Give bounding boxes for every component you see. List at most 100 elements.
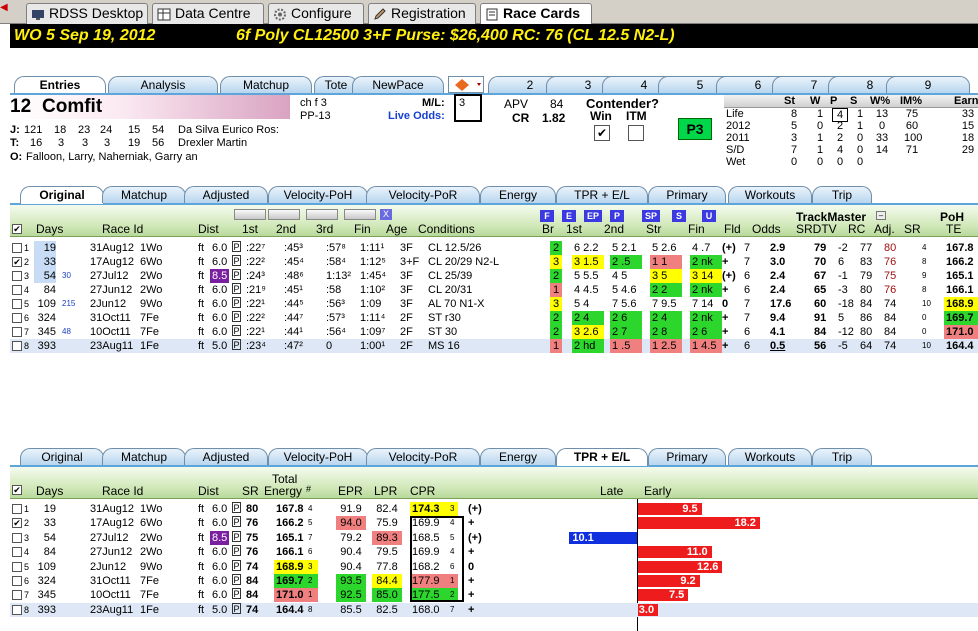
row-checkbox[interactable]: ✔	[12, 257, 22, 267]
field-size: 6	[744, 326, 751, 338]
tm-dtv: -2	[838, 242, 848, 254]
table-row[interactable]: 4 84 27Jun12 2Wo ft 6.0 P 76 166.1 6 90.4 79.5 169.9…	[10, 545, 978, 559]
tm-adj: 74	[884, 298, 897, 310]
pp-tab-energy[interactable]: Energy	[480, 186, 556, 203]
itm-checkbox[interactable]	[628, 125, 644, 141]
horse-sex-color: ch f 3	[300, 97, 327, 109]
row-checkbox[interactable]	[12, 327, 22, 337]
pace-filter-p[interactable]: P	[610, 210, 624, 222]
pace-filter-e[interactable]: E	[562, 210, 576, 222]
pp-tab-adjusted[interactable]: Adjusted	[184, 186, 268, 203]
pp-tab-matchup[interactable]: Matchup	[102, 186, 186, 203]
pp-tab-velocity-por[interactable]: Velocity-PoR	[366, 186, 480, 203]
pace-filter-ep[interactable]: EP	[584, 210, 602, 222]
table-row[interactable]: 5 109 2Jun12 9Wo ft 6.0 P 74 168.9 3 90.4 77.8 168.2…	[10, 559, 978, 574]
row-checkbox[interactable]	[12, 313, 22, 323]
pace-filter-sp[interactable]: SP	[642, 210, 660, 222]
tab-newpace[interactable]: NewPace	[352, 76, 444, 93]
row-checkbox[interactable]	[12, 604, 22, 615]
tab-post-9[interactable]: 9	[886, 76, 970, 93]
tpr-tab-tpr-e-l[interactable]: TPR + E/L	[556, 448, 648, 466]
p3-badge[interactable]: P3	[678, 118, 712, 140]
cr-value: 1.82	[542, 111, 566, 125]
row-checkbox[interactable]	[12, 285, 22, 295]
collapse-button[interactable]: –	[876, 211, 886, 220]
pp-header-odds: Odds	[752, 222, 781, 236]
column-filter-button[interactable]	[234, 209, 266, 220]
column-filter-button[interactable]	[344, 209, 376, 220]
tpr-tab-velocity-poh[interactable]: Velocity-PoH	[268, 448, 368, 465]
table-row[interactable]: 4 84 27Jun12 2Wo ft 6.0 P:21⁹:45¹:58 1:10² 3F CL …	[10, 283, 978, 297]
pace-filter-s[interactable]: S	[672, 210, 686, 222]
call-position-str: 2 4	[650, 311, 682, 325]
back-arrow-icon[interactable]: ◀	[0, 2, 8, 13]
call-position-sfin: 2 nk	[690, 283, 722, 297]
column-filter-button[interactable]	[306, 209, 338, 220]
clear-x-button[interactable]: X	[380, 209, 392, 220]
table-row[interactable]: 5 109 215 2Jun12 9Wo ft 6.0 P:22¹:44⁵:56³ 1:09 3F…	[10, 297, 978, 311]
distance: 6.0	[212, 560, 228, 573]
tab-configure[interactable]: Configure	[268, 3, 364, 24]
pp-tab-tpr-e-l[interactable]: TPR + E/L	[556, 186, 648, 203]
table-row[interactable]: 8 393 23Aug11 1Fe ft 5.0 P 74 164.4 8 85.5 82.5 168.…	[10, 602, 978, 617]
tm-speed: 91	[814, 312, 827, 324]
row-checkbox[interactable]	[12, 504, 22, 514]
field-size: 7	[744, 312, 751, 324]
tpr-tab-original[interactable]: Original	[20, 448, 104, 465]
row-checkbox[interactable]	[12, 590, 22, 601]
table-row[interactable]: 7 345 10Oct11 7Fe ft 6.0 P 84 171.0 1 92.5 85.0 177.…	[10, 588, 978, 603]
table-row[interactable]: 3 54 27Jul12 2Wo ft 8.5 P 75 165.1 7 79.2 89.3 168.5…	[10, 530, 978, 545]
row-checkbox[interactable]	[12, 341, 22, 351]
tpr-tab-velocity-por[interactable]: Velocity-PoR	[366, 448, 480, 465]
table-row[interactable]: 6 324 31Oct11 7Fe ft 6.0 P 84 169.7 2 93.5 84.4 177.…	[10, 574, 978, 588]
pp-tab-primary[interactable]: Primary	[648, 186, 726, 203]
pp-tab-original[interactable]: Original	[20, 186, 104, 204]
table-row[interactable]: 1 19 31Aug12 1Wo ft 6.0 P:22⁷:45³:57⁸ 1:11¹ 3F CL…	[10, 241, 978, 255]
surface: ft	[198, 312, 205, 324]
tab-registration[interactable]: Registration	[368, 3, 476, 24]
table-row[interactable]: 7 345 48 10Oct11 7Fe ft 6.0 P:22¹:44¹:56⁴ 1:09⁷ 2…	[10, 325, 978, 339]
table-row[interactable]: ✔ 2 33 17Aug12 6Wo ft 6.0 P:22²:45⁴:58⁴ 1:12⁵ 3+F…	[10, 255, 978, 269]
row-checkbox[interactable]: ✔	[12, 518, 22, 529]
row-checkbox[interactable]	[12, 271, 22, 281]
pp-tab-trip[interactable]: Trip	[812, 186, 872, 203]
record-cell: 60	[905, 120, 919, 132]
row-checkbox[interactable]	[12, 243, 22, 253]
tab-rdss-desktop[interactable]: RDSS Desktop	[26, 3, 148, 24]
row-checkbox[interactable]	[12, 547, 22, 558]
row-checkbox[interactable]	[12, 561, 22, 572]
pp-tab-velocity-poh[interactable]: Velocity-PoH	[268, 186, 368, 203]
pace-selector[interactable]	[448, 76, 484, 93]
tpr-tab-matchup[interactable]: Matchup	[102, 448, 186, 465]
tpr-tab-trip[interactable]: Trip	[812, 448, 872, 465]
race-date: 27Jun12	[90, 546, 133, 559]
pace-filter-u[interactable]: U	[702, 210, 716, 222]
tab-analysis[interactable]: Analysis	[108, 76, 218, 93]
row-checkbox[interactable]	[12, 576, 22, 586]
pace-filter-f[interactable]: F	[540, 210, 554, 222]
table-row[interactable]: 6 324 31Oct11 7Fe ft 6.0 P:22²:44⁷:57³ 1:11⁴ 2F S…	[10, 311, 978, 325]
win-checkbox[interactable]: ✔	[594, 125, 610, 141]
distance: 6.0	[212, 298, 228, 310]
table-row[interactable]: ✔ 2 33 17Aug12 6Wo ft 6.0 P 76 166.2 5 94.0 75.9 169.…	[10, 516, 978, 531]
tpr-tab-adjusted[interactable]: Adjusted	[184, 448, 268, 465]
tm-speed: 56	[814, 340, 827, 352]
tpr-tab-primary[interactable]: Primary	[648, 448, 726, 465]
tpr-tab-energy[interactable]: Energy	[480, 448, 556, 465]
tab-entries[interactable]: Entries	[14, 76, 106, 94]
trainer-name: Drexler Martin	[178, 137, 248, 149]
column-filter-button[interactable]	[268, 209, 300, 220]
row-checkbox[interactable]	[12, 299, 22, 309]
tab-matchup[interactable]: Matchup	[220, 76, 312, 93]
tab-data-centre[interactable]: Data Centre	[152, 3, 264, 24]
tab-race-cards[interactable]: Race Cards	[480, 3, 592, 25]
tpr-select-all-checkbox[interactable]: ✔	[12, 485, 22, 495]
select-all-checkbox[interactable]: ✔	[12, 224, 22, 234]
pp-tab-workouts[interactable]: Workouts	[728, 186, 812, 203]
row-checkbox[interactable]	[12, 532, 22, 543]
tm-speed: 70	[814, 256, 827, 268]
table-row[interactable]: 8 393 23Aug11 1Fe ft 5.0 P:23⁴:47² 0 1:00¹ 2F MS 1…	[10, 339, 978, 353]
table-row[interactable]: 3 54 30 27Jul12 2Wo ft 8.5 P:24³:48⁶ 1:13² 1:45⁴ 3…	[10, 269, 978, 283]
tpr-tab-workouts[interactable]: Workouts	[728, 448, 812, 465]
table-row[interactable]: 1 19 31Aug12 1Wo ft 6.0 P 80 167.8 4 91.9 82.4 174.3…	[10, 502, 978, 516]
